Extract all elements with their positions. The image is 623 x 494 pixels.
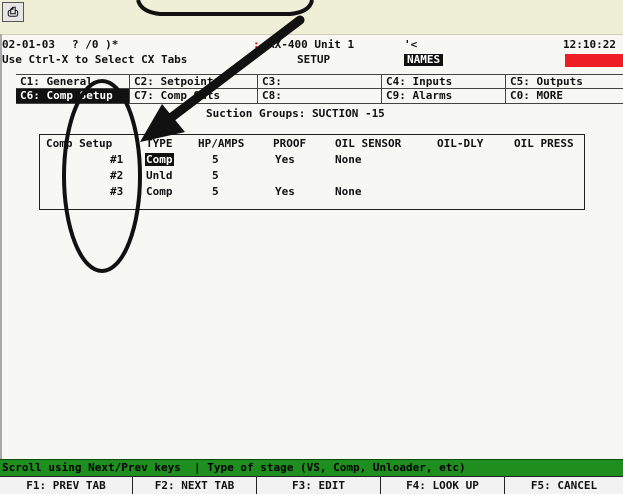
arrow-annotation [163,15,305,125]
circle-annotation [62,79,142,273]
top-arc-annotation [136,0,314,16]
terminal-screen: ⎙ 02-01-03 ? /0 )* : RX-400 Unit 1 '< 12… [0,0,623,494]
annotation-overlay [62,0,314,273]
